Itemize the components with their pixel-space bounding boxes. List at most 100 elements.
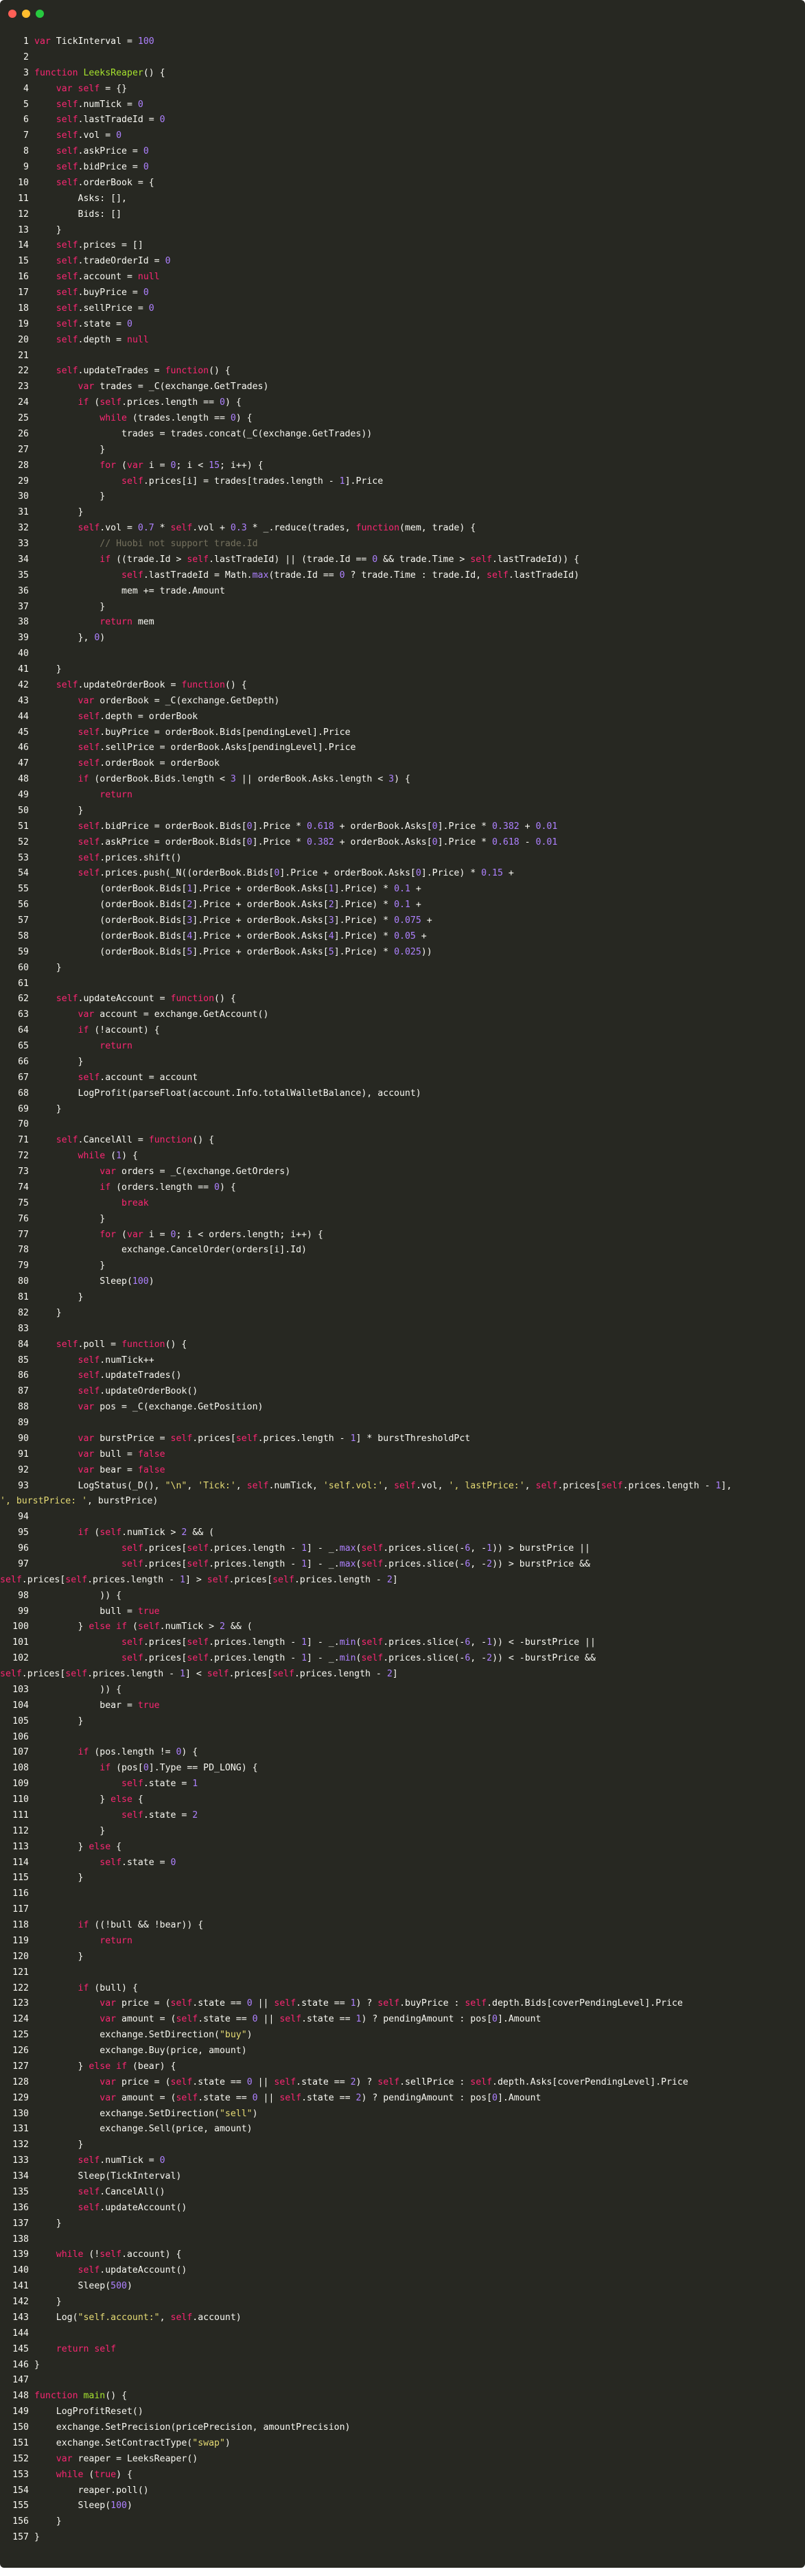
code-text: self.prices = [] xyxy=(56,240,143,251)
code-text: // Huobi not support trade.Id xyxy=(100,539,258,549)
line-number: 54 xyxy=(18,868,29,879)
code-line: 141 Sleep(500) xyxy=(0,2279,805,2295)
code-text: self.state = 0 xyxy=(100,1857,176,1868)
code-line: 78 exchange.CancelOrder(orders[i].Id) xyxy=(0,1243,805,1258)
code-window: 1 var TickInterval = 100 2 3 function LeeksR… xyxy=(0,0,805,2568)
code-line: 112 } xyxy=(0,1824,805,1840)
code-text: while (trades.length == 0) { xyxy=(100,413,253,423)
minimize-button[interactable] xyxy=(22,10,30,18)
code-text: reaper.poll() xyxy=(34,2485,149,2496)
code-line: 116 xyxy=(0,1886,805,1902)
code-line: 139 while (!self.account) { xyxy=(0,2247,805,2263)
line-number: 56 xyxy=(18,900,29,911)
code-line: 93 LogStatus(_D(), "\n", 'Tick:', self.n… xyxy=(0,1479,805,1495)
line-number: 88 xyxy=(18,1402,29,1413)
code-line: 108 if (pos[0].Type == PD_LONG) { xyxy=(0,1761,805,1777)
code-line: 53 self.prices.shift() xyxy=(0,851,805,867)
code-text: exchange.SetContractType("swap") xyxy=(34,2437,231,2448)
code-text: while (true) { xyxy=(56,2469,132,2480)
code-text: } xyxy=(34,2532,40,2543)
code-line: 118 if ((!bull && !bear)) { xyxy=(0,1918,805,1934)
code-line: 77 for (var i = 0; i < orders.length; i+… xyxy=(0,1228,805,1243)
code-line: 47 self.orderBook = orderBook xyxy=(0,756,805,772)
code-line: 10 self.orderBook = { xyxy=(0,176,805,191)
code-line: 36 mem += trade.Amount xyxy=(0,584,805,600)
code-text: var amount = (self.state == 0 || self.st… xyxy=(100,2092,541,2103)
line-number: 19 xyxy=(18,318,29,329)
code-text: self.lastTradeId = 0 xyxy=(56,115,165,126)
code-line: 134 Sleep(TickInterval) xyxy=(0,2169,805,2185)
code-text: bear = true xyxy=(34,1700,160,1711)
code-line: self.prices[self.prices.length - 1] < se… xyxy=(0,1667,805,1683)
close-button[interactable] xyxy=(8,10,16,18)
line-number: 25 xyxy=(18,413,29,423)
code-text: var bear = false xyxy=(78,1464,165,1475)
code-line: 91 var bull = false xyxy=(0,1447,805,1463)
line-number: 157 xyxy=(12,2532,29,2543)
code-text: } xyxy=(34,2297,62,2307)
code-text: self.sellPrice = 0 xyxy=(56,303,154,314)
line-number: 65 xyxy=(18,1041,29,1051)
line-number: 4 xyxy=(23,83,29,94)
code-line: 132 } xyxy=(0,2138,805,2153)
line-number: 26 xyxy=(18,428,29,439)
code-text: self.lastTradeId = Math.max(trade.Id == … xyxy=(121,570,580,581)
code-line: 50 } xyxy=(0,804,805,819)
code-text: exchange.SetDirection("sell") xyxy=(34,2108,258,2119)
code-line: 97 self.prices[self.prices.length - 1] -… xyxy=(0,1557,805,1573)
code-line: 74 if (orders.length == 0) { xyxy=(0,1180,805,1196)
code-text: self.vol = 0 xyxy=(56,130,122,141)
code-text: (orderBook.Bids[5].Price + orderBook.Ask… xyxy=(34,946,432,957)
line-number: 72 xyxy=(18,1151,29,1162)
code-text: if (self.prices.length == 0) { xyxy=(78,397,242,408)
code-line: 44 self.depth = orderBook xyxy=(0,710,805,725)
code-text: var account = exchange.GetAccount() xyxy=(78,1009,269,1020)
line-number: 37 xyxy=(18,601,29,612)
line-number: 7 xyxy=(23,130,29,141)
code-line: 33 // Huobi not support trade.Id xyxy=(0,537,805,552)
line-number: 85 xyxy=(18,1355,29,1366)
code-line: ', burstPrice: ', burstPrice) xyxy=(0,1494,805,1510)
code-line: 14 self.prices = [] xyxy=(0,238,805,254)
code-line: 40 xyxy=(0,646,805,662)
line-number: 21 xyxy=(18,350,29,361)
line-number: 12 xyxy=(18,209,29,220)
code-line: 146} xyxy=(0,2358,805,2374)
line-number: 107 xyxy=(12,1747,29,1758)
code-text: if (pos.length != 0) { xyxy=(78,1747,198,1758)
code-line: 66 } xyxy=(0,1055,805,1070)
code-line: 26 trades = trades.concat(_C(exchange.Ge… xyxy=(0,427,805,443)
line-number: 60 xyxy=(18,962,29,973)
code-line: 122 if (bull) { xyxy=(0,1981,805,1997)
code-line: 48 if (orderBook.Bids.length < 3 || orde… xyxy=(0,772,805,788)
code-text: if (bull) { xyxy=(78,1982,138,1993)
line-number: 81 xyxy=(18,1292,29,1302)
line-number: 71 xyxy=(18,1135,29,1146)
line-number: 93 xyxy=(18,1480,29,1491)
zoom-button[interactable] xyxy=(36,10,44,18)
line-number: 46 xyxy=(18,742,29,753)
code-text: } else if (bear) { xyxy=(34,2061,176,2072)
code-line: 37 } xyxy=(0,600,805,616)
line-number: 14 xyxy=(18,240,29,251)
code-line: 144 xyxy=(0,2326,805,2342)
line-number: 78 xyxy=(18,1245,29,1256)
code-line: 113 } else { xyxy=(0,1840,805,1855)
code-line: 154 reaper.poll() xyxy=(0,2483,805,2499)
line-number: 36 xyxy=(18,585,29,596)
title-bar xyxy=(0,0,805,27)
line-number: 145 xyxy=(12,2343,29,2354)
code-line: 94 xyxy=(0,1510,805,1525)
line-number: 74 xyxy=(18,1182,29,1193)
code-line: 127 } else if (bear) { xyxy=(0,2059,805,2075)
line-number: 102 xyxy=(12,1653,29,1664)
code-line: 110 } else { xyxy=(0,1792,805,1808)
code-text: if ((trade.Id > self.lastTradeId) || (tr… xyxy=(100,554,580,565)
line-number: 45 xyxy=(18,727,29,738)
code-line: 38 return mem xyxy=(0,615,805,631)
line-number: 73 xyxy=(18,1167,29,1177)
code-text: (orderBook.Bids[2].Price + orderBook.Ask… xyxy=(34,900,421,911)
line-number: 96 xyxy=(18,1543,29,1554)
line-number: 63 xyxy=(18,1009,29,1020)
line-number: 24 xyxy=(18,397,29,408)
